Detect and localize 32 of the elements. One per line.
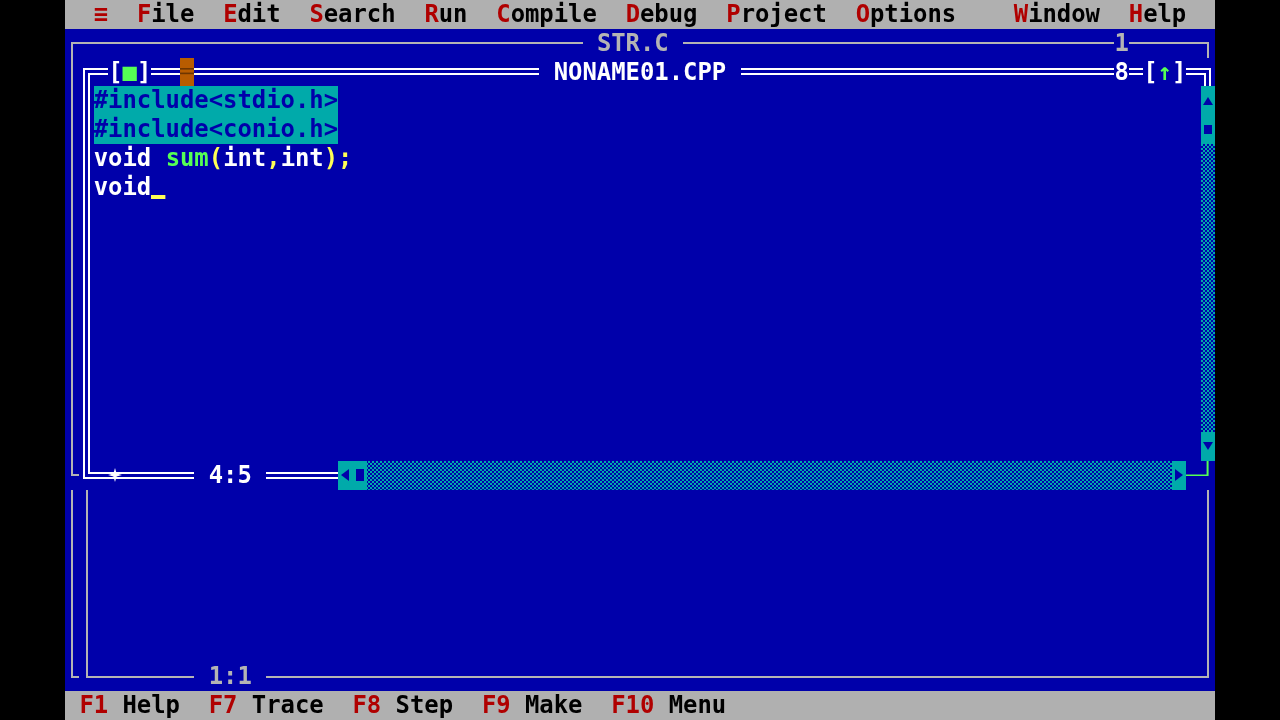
scroll-down-button[interactable] xyxy=(1200,431,1215,461)
status-bar-item[interactable]: F9 Make xyxy=(481,691,583,720)
left-triangle-icon xyxy=(341,469,350,482)
right-triangle-icon xyxy=(1175,469,1184,482)
menu-item[interactable]: Help xyxy=(1114,0,1201,29)
status-bar-item[interactable]: F10 Menu xyxy=(611,691,727,720)
square-icon xyxy=(1203,125,1212,135)
status-bar-item[interactable]: F7 Trace xyxy=(208,691,324,720)
status-bar-item[interactable]: F1 Help xyxy=(79,691,180,720)
menu-item[interactable]: Debug xyxy=(611,0,712,29)
scroll-up-button[interactable] xyxy=(1200,86,1215,116)
up-triangle-icon xyxy=(1202,96,1213,105)
code-line: void xyxy=(93,172,152,202)
square-icon xyxy=(355,469,364,482)
status-bar-item[interactable]: F8 Step xyxy=(352,691,454,720)
scroll-right-button[interactable] xyxy=(1171,460,1187,490)
scroll-left-button[interactable] xyxy=(338,460,353,490)
code-line: void sum(int,int); xyxy=(93,144,353,173)
resize-corner-icon[interactable] xyxy=(1186,460,1209,477)
scroll-thumb[interactable] xyxy=(1200,115,1215,144)
menu-item[interactable]: Compile xyxy=(481,0,612,29)
block-cursor-icon xyxy=(180,57,195,87)
down-triangle-icon xyxy=(1202,442,1213,451)
menu-item[interactable]: Search xyxy=(295,0,410,29)
menu-item[interactable]: Project xyxy=(711,0,842,29)
menu-item[interactable]: Run xyxy=(410,0,482,29)
menu-item[interactable]: Edit xyxy=(208,0,295,29)
menu-item[interactable]: File xyxy=(122,0,209,29)
vertical-scrollbar[interactable] xyxy=(1200,86,1215,461)
menu-item[interactable]: Options xyxy=(841,0,971,29)
menu-item[interactable]: Window xyxy=(999,0,1115,29)
horizontal-scrollbar[interactable] xyxy=(338,460,1187,490)
